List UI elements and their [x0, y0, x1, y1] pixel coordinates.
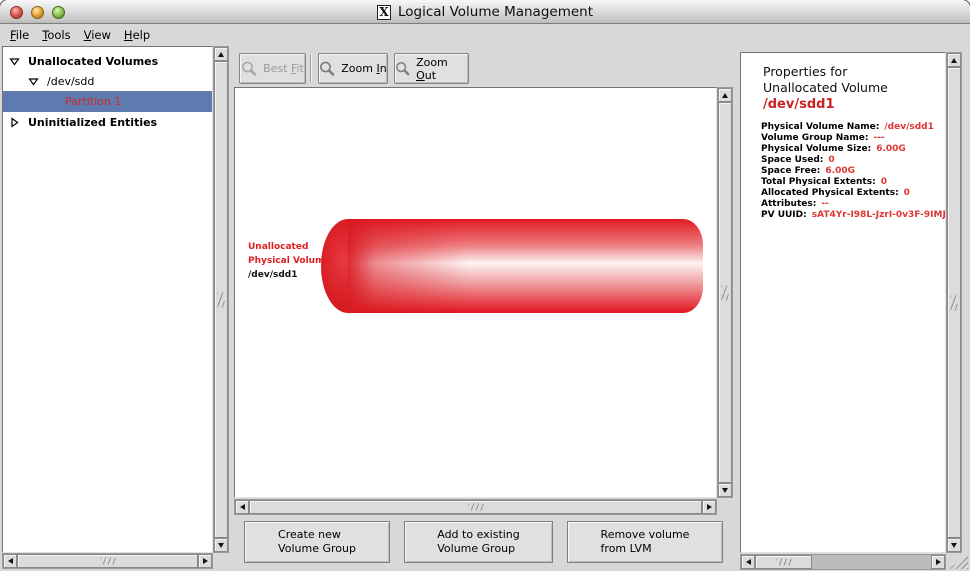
menu-view[interactable]: View: [78, 26, 118, 45]
create-volume-group-button[interactable]: Create new Volume Group: [244, 521, 390, 563]
properties-vertical-scrollbar[interactable]: [946, 52, 962, 553]
expander-closed-icon[interactable]: [9, 117, 20, 128]
property-row: Allocated Physical Extents:0: [761, 188, 945, 199]
property-row: Total Physical Extents:0: [761, 177, 945, 188]
expander-open-icon[interactable]: [9, 56, 20, 67]
tree-item-uninitialized-entities[interactable]: Uninitialized Entities: [3, 112, 212, 132]
property-row: Volume Group Name:---: [761, 133, 945, 144]
scroll-up-button[interactable]: [947, 53, 961, 67]
properties-panel: Properties for Unallocated Volume /dev/s…: [740, 52, 946, 553]
titlebar: X Logical Volume Management: [0, 0, 970, 24]
window-title: Logical Volume Management: [398, 4, 593, 20]
scroll-right-button[interactable]: [931, 555, 945, 569]
app-window: X Logical Volume Management File Tools V…: [0, 0, 970, 571]
arrow-down-icon: [218, 543, 224, 548]
magnifier-icon: [395, 61, 410, 77]
arrow-up-icon: [722, 93, 728, 98]
device-name: /dev/sdd1: [763, 96, 945, 113]
tree-item-label: Partition 1: [65, 95, 121, 108]
scroll-left-button[interactable]: [3, 554, 17, 568]
property-row: PV UUID:sAT4Yr-I98L-JzrI-0v3F-9IMJ-J09t-…: [761, 210, 945, 221]
magnifier-icon: [241, 61, 257, 77]
thumb-grip: [100, 558, 115, 565]
property-row: Space Used:0: [761, 155, 945, 166]
property-row: Attributes:--: [761, 199, 945, 210]
tree-item-unallocated-volumes[interactable]: Unallocated Volumes: [3, 51, 212, 71]
property-row: Physical Volume Size:6.00G: [761, 144, 945, 155]
arrow-right-icon: [203, 558, 208, 564]
zoom-out-button[interactable]: Zoom Out: [394, 53, 469, 84]
arrow-down-icon: [951, 543, 957, 548]
magnifier-icon: [319, 61, 335, 77]
property-row: Space Free:6.00G: [761, 166, 945, 177]
property-row: Physical Volume Name:/dev/sdd1: [761, 122, 945, 133]
arrow-down-icon: [722, 488, 728, 493]
tree-item-label: Unallocated Volumes: [28, 55, 158, 68]
thumb-grip: [218, 292, 225, 307]
remove-volume-button[interactable]: Remove volume from LVM: [567, 521, 723, 563]
window-resize-grip[interactable]: [949, 554, 968, 569]
tree-vertical-scrollbar[interactable]: [213, 46, 229, 553]
tree-item-label: /dev/sdd: [47, 75, 94, 88]
properties-fields: Physical Volume Name:/dev/sdd1 Volume Gr…: [761, 122, 945, 221]
menu-tools[interactable]: Tools: [36, 26, 77, 45]
scroll-right-button[interactable]: [198, 554, 212, 568]
tree-item-dev-sdd[interactable]: /dev/sdd: [3, 71, 212, 91]
toolbar-separator: [310, 55, 312, 82]
properties-heading: Properties for Unallocated Volume /dev/s…: [763, 64, 945, 113]
volume-canvas: Unallocated Physical Volume /dev/sdd1: [234, 87, 717, 498]
canvas-vertical-scrollbar[interactable]: [717, 87, 733, 498]
arrow-left-icon: [746, 559, 751, 565]
scroll-down-button[interactable]: [947, 538, 961, 552]
thumb-grip: [468, 504, 483, 511]
cylinder-volume[interactable]: [348, 219, 703, 313]
x11-icon: X: [377, 5, 391, 20]
volume-tree: Unallocated Volumes /dev/sdd Partition 1…: [2, 46, 213, 553]
scroll-up-button[interactable]: [718, 88, 732, 102]
expander-open-icon[interactable]: [28, 76, 39, 87]
scroll-left-button[interactable]: [235, 500, 249, 514]
tree-horizontal-scrollbar[interactable]: [2, 553, 213, 569]
scroll-up-button[interactable]: [214, 47, 228, 61]
arrow-right-icon: [936, 559, 941, 565]
menu-file[interactable]: File: [4, 26, 36, 45]
thumb-grip: [722, 285, 729, 300]
menu-help[interactable]: Help: [118, 26, 157, 45]
scrollbar-thumb[interactable]: [249, 500, 702, 514]
canvas-horizontal-scrollbar[interactable]: [234, 499, 717, 515]
arrow-right-icon: [707, 504, 712, 510]
thumb-grip: [776, 559, 791, 566]
scroll-down-button[interactable]: [718, 483, 732, 497]
tree-item-partition-1[interactable]: Partition 1: [3, 91, 212, 112]
arrow-left-icon: [240, 504, 245, 510]
scrollbar-thumb[interactable]: [755, 555, 812, 569]
add-to-volume-group-button[interactable]: Add to existing Volume Group: [404, 521, 553, 563]
arrow-left-icon: [8, 558, 13, 564]
scrollbar-thumb[interactable]: [947, 67, 961, 538]
zoom-in-button[interactable]: Zoom In: [318, 53, 388, 84]
scroll-right-button[interactable]: [702, 500, 716, 514]
scrollbar-thumb[interactable]: [718, 102, 732, 483]
scrollbar-thumb[interactable]: [17, 554, 198, 568]
menubar: File Tools View Help: [2, 25, 968, 45]
thumb-grip: [951, 295, 958, 310]
scroll-left-button[interactable]: [741, 555, 755, 569]
volume-label: Unallocated Physical Volume /dev/sdd1: [248, 240, 331, 282]
tree-item-label: Uninitialized Entities: [28, 116, 157, 129]
best-fit-button[interactable]: Best Fit: [239, 53, 306, 84]
title-area: X Logical Volume Management: [0, 0, 970, 24]
arrow-up-icon: [218, 52, 224, 57]
scrollbar-thumb[interactable]: [214, 61, 228, 538]
properties-horizontal-scrollbar[interactable]: [740, 554, 946, 570]
scroll-down-button[interactable]: [214, 538, 228, 552]
arrow-up-icon: [951, 58, 957, 63]
